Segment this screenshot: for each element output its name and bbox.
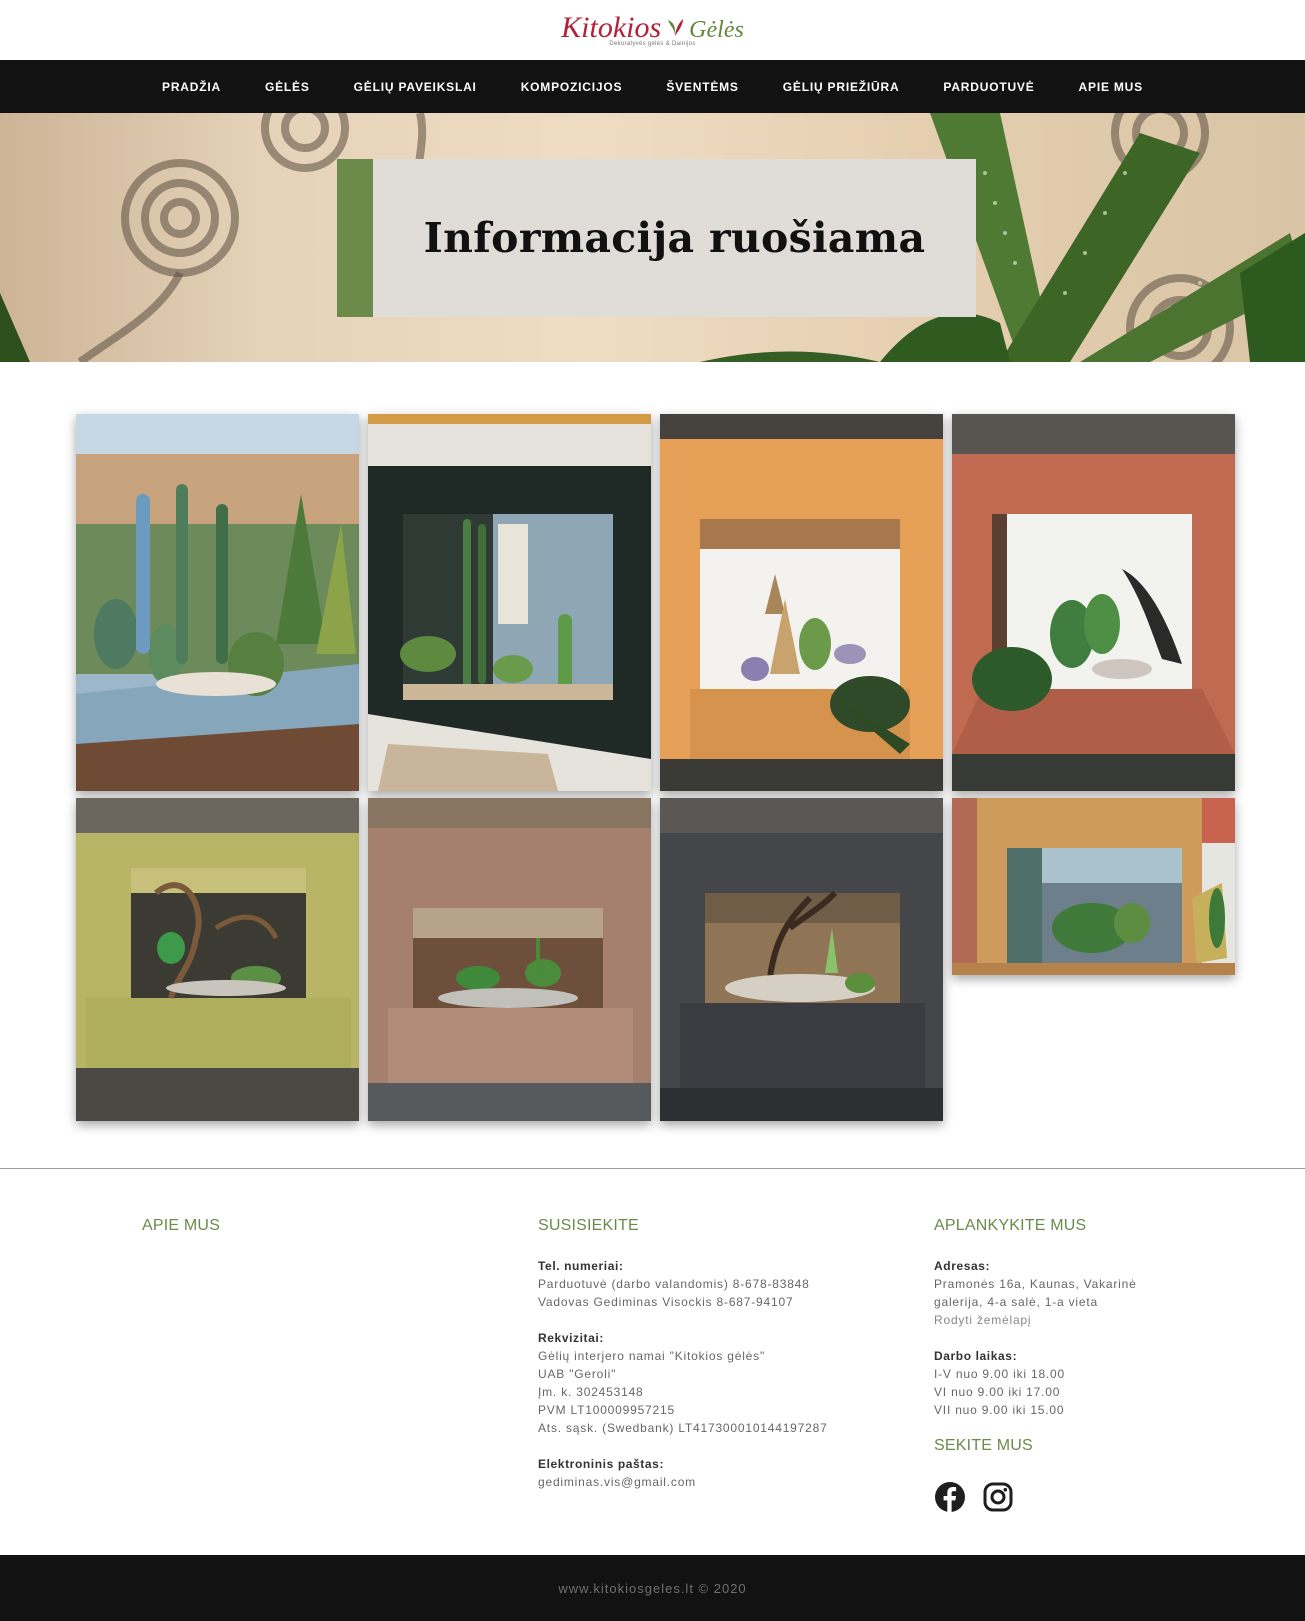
email-link[interactable]: gediminas.vis@gmail.com — [538, 1473, 918, 1491]
gallery-image-2[interactable] — [368, 414, 651, 791]
nav-item-sventems[interactable]: ŠVENTĖMS — [666, 80, 738, 94]
footer-about: APIE MUS — [142, 1217, 442, 1257]
footer-visit-heading: APLANKYKITE MUS — [934, 1217, 1087, 1234]
requisites-line: Ats. sąsk. (Swedbank) LT4173000101441972… — [538, 1421, 828, 1435]
email-label: Elektroninis paštas: — [538, 1457, 665, 1471]
hours-label: Darbo laikas: — [934, 1349, 1018, 1363]
follow-heading: SEKITE MUS — [934, 1437, 1033, 1454]
nav-item-kompozicijos[interactable]: KOMPOZICIJOS — [521, 80, 623, 94]
address-label: Adresas: — [934, 1259, 991, 1273]
requisites-line: Įm. k. 302453148 — [538, 1385, 644, 1399]
show-map-link[interactable]: Rodyti žemėlapį — [934, 1311, 1234, 1329]
logo-word-2: Gėlės — [689, 17, 744, 43]
nav-item-pradzia[interactable]: PRADŽIA — [162, 80, 221, 94]
site-logo[interactable]: Kitokios Gėlės Dekoratyvės gėlės & Daini… — [561, 11, 744, 48]
nav-item-parduotuve[interactable]: PARDUOTUVĖ — [943, 80, 1034, 94]
hero-accent-bar — [337, 159, 373, 317]
hero-banner: Informacija ruošiama — [0, 113, 1305, 362]
hero-title-box: Informacija ruošiama — [337, 159, 976, 317]
footer-contact: SUSISIEKITE Tel. numeriai: Parduotuvė (d… — [538, 1217, 918, 1509]
gallery-image-6[interactable] — [368, 798, 651, 1121]
footer-about-heading: APIE MUS — [142, 1217, 221, 1234]
email-block: Elektroninis paštas: gediminas.vis@gmail… — [538, 1455, 918, 1491]
nav-item-geliu-paveikslai[interactable]: GĖLIŲ PAVEIKSLAI — [354, 80, 477, 94]
requisites-line: PVM LT100009957215 — [538, 1403, 675, 1417]
gallery-image-5[interactable] — [76, 798, 359, 1121]
nav-item-apie-mus[interactable]: APIE MUS — [1079, 80, 1143, 94]
requisites-line: UAB "Geroli" — [538, 1367, 617, 1381]
logo-word-1: Kitokios — [561, 11, 662, 44]
requisites-line: Gėlių interjero namai "Kitokios gėlės" — [538, 1349, 766, 1363]
page-title: Informacija ruošiama — [423, 214, 926, 262]
phone-line-shop: Parduotuvė (darbo valandomis) 8-678-8384… — [538, 1277, 810, 1291]
phone-block: Tel. numeriai: Parduotuvė (darbo valando… — [538, 1257, 918, 1311]
footer-visit: APLANKYKITE MUS Adresas: Pramonės 16a, K… — [934, 1217, 1234, 1513]
hours-block: Darbo laikas: I-V nuo 9.00 iki 18.00 VI … — [934, 1347, 1234, 1419]
nav-item-geliu-prieziura[interactable]: GĖLIŲ PRIEŽIŪRA — [783, 80, 900, 94]
leaf-icon — [668, 19, 684, 36]
hours-line: VII nuo 9.00 iki 15.00 — [934, 1403, 1065, 1417]
hours-line: VI nuo 9.00 iki 17.00 — [934, 1385, 1061, 1399]
nav-item-geles[interactable]: GĖLĖS — [265, 80, 310, 94]
copyright-text: www.kitokiosgeles.lt © 2020 — [558, 1580, 747, 1596]
gallery-image-8[interactable] — [952, 798, 1235, 975]
requisites-block: Rekvizitai: Gėlių interjero namai "Kitok… — [538, 1329, 918, 1437]
copyright-bar: www.kitokiosgeles.lt © 2020 — [0, 1555, 1305, 1621]
footer-contact-heading: SUSISIEKITE — [538, 1217, 639, 1234]
instagram-icon[interactable] — [982, 1481, 1014, 1513]
requisites-label: Rekvizitai: — [538, 1331, 604, 1345]
main-nav: PRADŽIA GĖLĖS GĖLIŲ PAVEIKSLAI KOMPOZICI… — [0, 60, 1305, 113]
phone-line-manager: Vadovas Gediminas Visockis 8-687-94107 — [538, 1295, 794, 1309]
footer: APIE MUS SUSISIEKITE Tel. numeriai: Pard… — [0, 1169, 1305, 1555]
gallery-image-4[interactable] — [952, 414, 1235, 791]
gallery-image-7[interactable] — [660, 798, 943, 1121]
gallery-image-3[interactable] — [660, 414, 943, 791]
social-links — [934, 1481, 1234, 1513]
header: Kitokios Gėlės Dekoratyvės gėlės & Daini… — [0, 0, 1305, 60]
phone-label: Tel. numeriai: — [538, 1259, 624, 1273]
gallery-image-1[interactable] — [76, 414, 359, 791]
logo-tagline: Dekoratyvės gėlės & Dainijos — [609, 41, 696, 47]
address-line: galerija, 4-a salė, 1-a vieta — [934, 1295, 1098, 1309]
address-line: Pramonės 16a, Kaunas, Vakarinė — [934, 1277, 1137, 1291]
address-block: Adresas: Pramonės 16a, Kaunas, Vakarinė … — [934, 1257, 1234, 1329]
hours-line: I-V nuo 9.00 iki 18.00 — [934, 1367, 1066, 1381]
facebook-icon[interactable] — [934, 1481, 966, 1513]
